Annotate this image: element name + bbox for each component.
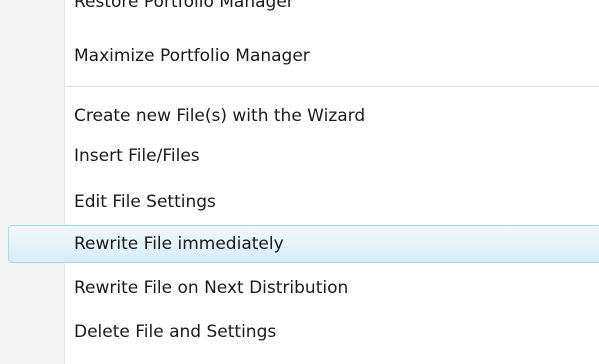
menu-item-label: Delete File and Settings <box>74 322 277 342</box>
menu-item-create-new-files-wizard[interactable]: Create new File(s) with the Wizard <box>0 97 599 135</box>
menu-item-label: Create new File(s) with the Wizard <box>74 106 366 126</box>
menu-item-label: Restore Portfolio Manager <box>74 0 294 12</box>
menu-item-label: Rewrite File immediately <box>74 234 284 254</box>
menu-item-maximize-portfolio-manager[interactable]: Maximize Portfolio Manager <box>0 37 599 75</box>
menu-item-delete-file-and-settings[interactable]: Delete File and Settings <box>0 313 599 351</box>
menu-separator-highlight <box>66 87 599 88</box>
menu-item-restore-portfolio-manager[interactable]: Restore Portfolio Manager <box>0 0 599 38</box>
menu-item-label: Edit File Settings <box>74 192 216 212</box>
menu-item-rewrite-file-immediately[interactable]: Rewrite File immediately <box>8 225 599 263</box>
menu-item-label: Maximize Portfolio Manager <box>74 46 310 66</box>
context-menu: Restore Portfolio Manager Maximize Portf… <box>0 0 599 364</box>
menu-item-edit-file-settings[interactable]: Edit File Settings <box>0 183 599 221</box>
menu-item-insert-files[interactable]: Insert File/Files <box>0 137 599 175</box>
menu-item-label: Rewrite File on Next Distribution <box>74 278 349 298</box>
menu-item-rewrite-file-next-distribution[interactable]: Rewrite File on Next Distribution <box>0 269 599 307</box>
menu-item-label: Insert File/Files <box>74 146 200 166</box>
